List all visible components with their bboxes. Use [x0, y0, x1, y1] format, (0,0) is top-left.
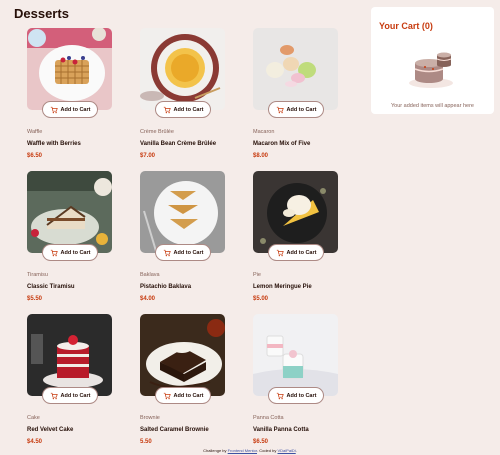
- cart-add-icon: [163, 106, 171, 113]
- cart-title: Your Cart (0): [379, 21, 433, 31]
- product-category: Panna Cotta: [253, 415, 284, 421]
- cart-add-icon: [276, 249, 284, 256]
- add-to-cart-button[interactable]: Add to Cart: [155, 101, 211, 118]
- author-link[interactable]: VDaiPaiDi: [277, 448, 295, 453]
- add-to-cart-label: Add to Cart: [173, 106, 204, 113]
- add-to-cart-button[interactable]: Add to Cart: [268, 387, 324, 404]
- product-image-cake: [27, 314, 112, 396]
- product-name: Classic Tiramisu: [27, 284, 75, 290]
- footer-suffix: .: [295, 448, 297, 453]
- product-price: $5.50: [27, 296, 43, 302]
- product-name: Lemon Meringue Pie: [253, 284, 312, 290]
- product-name: Salted Caramel Brownie: [140, 427, 209, 433]
- add-to-cart-button[interactable]: Add to Cart: [268, 101, 324, 118]
- product-price: $6.50: [253, 439, 269, 445]
- add-to-cart-label: Add to Cart: [286, 392, 317, 399]
- add-to-cart-button[interactable]: Add to Cart: [42, 244, 98, 261]
- product-category: Cake: [27, 415, 40, 421]
- product-name: Red Velvet Cake: [27, 427, 74, 433]
- cart-add-icon: [50, 249, 58, 256]
- product-price: $4.00: [140, 296, 156, 302]
- cart-panel: Your Cart (0) Your added items will appe…: [371, 7, 494, 114]
- add-to-cart-button[interactable]: Add to Cart: [42, 101, 98, 118]
- cart-add-icon: [163, 392, 171, 399]
- cart-add-icon: [276, 392, 284, 399]
- add-to-cart-label: Add to Cart: [60, 249, 91, 256]
- cart-empty-message: Your added items will appear here: [391, 103, 474, 109]
- product-name: Vanilla Bean Crème Brûlée: [140, 141, 217, 147]
- add-to-cart-label: Add to Cart: [286, 249, 317, 256]
- product-name: Macaron Mix of Five: [253, 141, 311, 147]
- cart-add-icon: [50, 392, 58, 399]
- product-category: Baklava: [140, 272, 160, 278]
- add-to-cart-label: Add to Cart: [60, 392, 91, 399]
- product-price: $4.50: [27, 439, 43, 445]
- product-name: Waffle with Berries: [27, 141, 81, 147]
- add-to-cart-label: Add to Cart: [286, 106, 317, 113]
- product-name: Vanilla Panna Cotta: [253, 427, 309, 433]
- product-image-creme-brulee: [140, 28, 225, 110]
- add-to-cart-button[interactable]: Add to Cart: [42, 387, 98, 404]
- footer-middle: . Coded by: [257, 448, 277, 453]
- product-card: Add to Cart Pie Lemon Meringue Pie $5.00: [253, 171, 353, 314]
- product-card: Add to Cart Crème Brûlée Vanilla Bean Cr…: [140, 28, 240, 171]
- frontend-mentor-link[interactable]: Frontend Mentor: [228, 448, 257, 453]
- product-image-panna-cotta: [253, 314, 338, 396]
- product-category: Tiramisu: [27, 272, 48, 278]
- cart-add-icon: [50, 106, 58, 113]
- product-card: Add to Cart Cake Red Velvet Cake $4.50: [27, 314, 127, 455]
- product-image-brownie: [140, 314, 225, 396]
- product-image-waffle: [27, 28, 112, 110]
- empty-cake-illustration: [409, 52, 453, 88]
- add-to-cart-button[interactable]: Add to Cart: [155, 387, 211, 404]
- product-card: Add to Cart Baklava Pistachio Baklava $4…: [140, 171, 240, 314]
- add-to-cart-label: Add to Cart: [173, 392, 204, 399]
- product-category: Macaron: [253, 129, 275, 135]
- product-image-pie: [253, 171, 338, 253]
- cart-add-icon: [163, 249, 171, 256]
- product-price: $6.50: [27, 153, 43, 159]
- cart-add-icon: [276, 106, 284, 113]
- product-price: $8.00: [253, 153, 269, 159]
- product-card: Add to Cart Waffle Waffle with Berries $…: [27, 28, 127, 171]
- product-card: Add to Cart Macaron Macaron Mix of Five …: [253, 28, 353, 171]
- product-grid: Add to Cart Waffle Waffle with Berries $…: [27, 28, 338, 455]
- attribution-footer: Challenge by Frontend Mentor. Coded by V…: [0, 448, 500, 453]
- product-price: 5.50: [140, 439, 152, 445]
- product-category: Pie: [253, 272, 261, 278]
- product-card: Add to Cart Brownie Salted Caramel Brown…: [140, 314, 240, 455]
- product-category: Waffle: [27, 129, 43, 135]
- product-category: Brownie: [140, 415, 160, 421]
- page-title: Desserts: [14, 6, 69, 21]
- product-image-baklava: [140, 171, 225, 253]
- add-to-cart-label: Add to Cart: [60, 106, 91, 113]
- product-name: Pistachio Baklava: [140, 284, 192, 290]
- product-price: $7.00: [140, 153, 156, 159]
- product-category: Crème Brûlée: [140, 129, 174, 135]
- product-image-macaron: [253, 28, 338, 110]
- product-price: $5.00: [253, 296, 269, 302]
- product-card: Add to Cart Tiramisu Classic Tiramisu $5…: [27, 171, 127, 314]
- product-image-tiramisu: [27, 171, 112, 253]
- add-to-cart-button[interactable]: Add to Cart: [155, 244, 211, 261]
- footer-prefix: Challenge by: [203, 448, 227, 453]
- add-to-cart-label: Add to Cart: [173, 249, 204, 256]
- add-to-cart-button[interactable]: Add to Cart: [268, 244, 324, 261]
- product-card: Add to Cart Panna Cotta Vanilla Panna Co…: [253, 314, 353, 455]
